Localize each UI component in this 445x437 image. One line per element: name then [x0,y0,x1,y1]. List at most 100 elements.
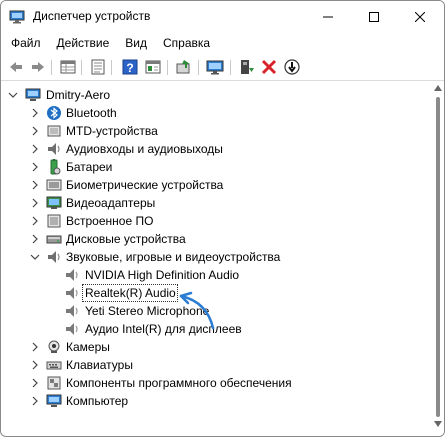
tree-category-label: Компоненты программного обеспечения [66,376,292,390]
chevron-right-icon[interactable] [29,356,41,374]
device-tree: Dmitry-Aero Bluetooth MTD-устройства Ауд… [1,81,432,436]
keyboard-icon [46,361,62,370]
device-manager-window: Диспетчер устройств Файл Действие Вид Сп… [0,0,445,437]
toolbar-separator [167,60,168,75]
view-grid-icon[interactable] [144,58,162,76]
chevron-right-icon[interactable] [29,230,41,248]
disk-drive-icon [46,235,62,244]
tree-category-label: Камеры [66,340,110,354]
tree-category-audio-inputs-outputs[interactable]: Аудиовходы и аудиовыходы [1,140,432,158]
speaker-icon [66,269,78,281]
tree-category-label: Аудиовходы и аудиовыходы [66,142,223,156]
chevron-down-icon[interactable] [7,86,19,104]
update-driver-icon[interactable] [237,58,255,76]
software-component-icon [47,376,61,390]
computer-icon [46,394,62,407]
camera-icon [48,340,60,353]
tree-device-label: NVIDIA High Definition Audio [85,268,240,282]
tree-category-label: Биометрические устройства [66,178,224,192]
tree-device-row[interactable]: NVIDIA High Definition Audio [1,266,432,284]
toolbar-separator [81,60,82,75]
tree-category-label: Встроенное ПО [66,214,154,228]
tree-category-cameras[interactable]: Камеры [1,338,432,356]
menu-help[interactable]: Справка [155,36,218,50]
computer-root-icon [25,88,41,101]
forward-arrow-icon[interactable] [29,58,47,76]
help-icon[interactable]: ? [121,58,139,76]
maximize-button[interactable] [351,1,397,33]
tree-category-mtd[interactable]: MTD-устройства [1,122,432,140]
chevron-right-icon[interactable] [29,104,41,122]
disable-device-icon[interactable] [283,58,301,76]
chevron-right-icon[interactable] [29,392,41,410]
chevron-right-icon[interactable] [29,374,41,392]
toolbar-separator [198,60,199,75]
chevron-right-icon[interactable] [29,194,41,212]
tree-category-label: Звуковые, игровые и видеоустройства [66,250,281,264]
speaker-icon [66,287,78,299]
mtd-device-icon [47,125,61,137]
toolbar-separator [230,60,231,75]
svg-text:?: ? [126,61,133,75]
back-arrow-icon[interactable] [7,58,25,76]
tree-root-row[interactable]: Dmitry-Aero [1,86,432,104]
device-manager-app-icon [9,10,25,24]
tree-device-label: Realtek(R) Audio [85,286,176,300]
toolbar-separator [51,60,52,75]
chevron-right-icon[interactable] [29,212,41,230]
biometric-icon [46,179,62,191]
tree-category-label: Видеоадаптеры [66,196,156,210]
annotation-arrow [179,291,215,330]
speaker-icon [48,251,60,263]
close-button[interactable] [397,1,443,33]
close-icon [415,12,425,22]
menu-file[interactable]: Файл [1,36,49,50]
tree-category-label: Батареи [66,160,113,174]
speaker-icon [66,323,78,335]
tree-category-computer[interactable]: Компьютер [1,392,432,410]
scroll-down-icon[interactable] [434,421,442,427]
scan-hardware-icon[interactable] [175,58,193,76]
battery-icon [50,159,61,175]
menu-view[interactable]: Вид [117,36,155,50]
chevron-down-icon[interactable] [29,248,41,266]
display-adapter-icon [46,196,62,209]
maximize-icon [369,12,379,22]
tree-category-firmware[interactable]: Встроенное ПО [1,212,432,230]
tree-category-label: MTD-устройства [66,124,158,138]
chevron-right-icon[interactable] [29,140,41,158]
tree-root-label: Dmitry-Aero [46,88,111,102]
tree-category-software-components[interactable]: Компоненты программного обеспечения [1,374,432,392]
speaker-icon [66,305,78,317]
tree-category-keyboards[interactable]: Клавиатуры [1,356,432,374]
title-bar: Диспетчер устройств [1,1,444,33]
chevron-right-icon[interactable] [29,122,41,140]
tree-category-disk-drives[interactable]: Дисковые устройства [1,230,432,248]
properties-sheet-icon[interactable] [89,58,107,76]
scrollbar-thumb[interactable] [436,97,440,417]
menu-bar: Файл Действие Вид Справка [1,33,444,53]
tree-category-batteries[interactable]: Батареи [1,158,432,176]
menu-action[interactable]: Действие [49,36,118,50]
window-title: Диспетчер устройств [33,9,151,23]
chevron-right-icon[interactable] [29,158,41,176]
tree-category-label: Дисковые устройства [66,232,186,246]
tree-category-biometric[interactable]: Биометрические устройства [1,176,432,194]
tree-category-display-adapters[interactable]: Видеоадаптеры [1,194,432,212]
monitor-icon[interactable] [206,58,224,76]
scroll-up-icon[interactable] [434,85,442,91]
tree-category-label: Компьютер [66,394,129,408]
tree-category-bluetooth[interactable]: Bluetooth [1,104,432,122]
chevron-right-icon[interactable] [29,338,41,356]
chevron-right-icon[interactable] [29,176,41,194]
vertical-scrollbar[interactable] [432,81,444,436]
minimize-button[interactable] [305,1,351,33]
remove-device-icon[interactable] [260,58,278,76]
bluetooth-icon [47,106,61,120]
toolbar: ? [1,54,444,80]
tree-category-sound-video-game[interactable]: Звуковые, игровые и видеоустройства [1,248,432,266]
minimize-icon [323,16,333,18]
firmware-icon [47,214,61,228]
properties-grid-icon[interactable] [59,58,77,76]
tree-category-label: Bluetooth [66,106,117,120]
